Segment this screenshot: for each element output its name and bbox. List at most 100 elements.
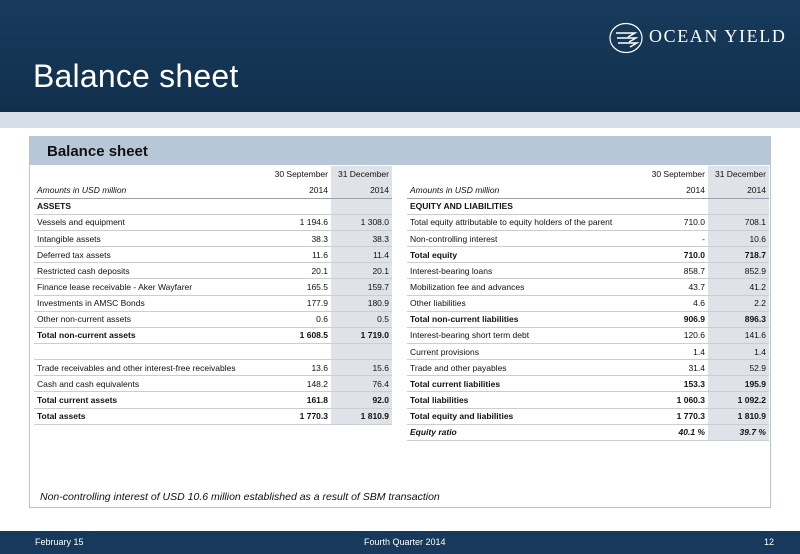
value-dec-2014: 92.0 (331, 391, 392, 409)
slide-header: Balance sheet OCEAN YIELD (0, 0, 800, 112)
value-dec-2014: 195.9 (708, 375, 769, 393)
table-row: Deferred tax assets 11.6 11.4 (34, 246, 392, 264)
total-row: Total current assets 161.8 92.0 (34, 391, 392, 409)
row-label: Equity ratio (407, 424, 647, 441)
table-row: Cash and cash equivalents 148.2 76.4 (34, 375, 392, 393)
value-dec-2014: 15.6 (331, 359, 392, 377)
value-dec-2014: 11.4 (331, 246, 392, 264)
value-dec-2014: 52.9 (708, 359, 769, 377)
row-label (34, 343, 270, 361)
row-label: Vessels and equipment (34, 214, 270, 232)
total-row: Total liabilities 1 060.3 1 092.2 (407, 391, 769, 409)
value-dec-2014: 159.7 (331, 278, 392, 296)
value-sep-2014: 906.9 (647, 311, 708, 328)
value-sep-2014: 13.6 (270, 359, 331, 377)
year-header: 2014 (708, 182, 769, 199)
row-label: Intangible assets (34, 230, 270, 248)
total-row: Total non-current assets 1 608.5 1 719.0 (34, 327, 392, 345)
panel-title: Balance sheet (47, 143, 148, 160)
value-dec-2014: 1 810.9 (708, 408, 769, 425)
equity-liabilities-table: 30 September 31 December Amounts in USD … (407, 166, 769, 441)
year-header: 2014 (270, 182, 331, 199)
section-row: ASSETS (34, 198, 392, 215)
row-label: Total non-current liabilities (407, 311, 647, 328)
value-dec-2014: 1.4 (708, 343, 769, 361)
row-label: Cash and cash equivalents (34, 375, 270, 393)
row-label: Other liabilities (407, 295, 647, 312)
value-sep-2014: 4.6 (647, 295, 708, 312)
value-sep-2014: 43.7 (647, 278, 708, 296)
balance-sheet-panel: Balance sheet 30 September 31 December A… (29, 136, 771, 508)
value-sep-2014: 1 060.3 (647, 391, 708, 409)
row-label: Total equity (407, 246, 647, 264)
table-row: Intangible assets 38.3 38.3 (34, 230, 392, 248)
row-label: Other non-current assets (34, 311, 270, 328)
table-row: Trade and other payables 31.4 52.9 (407, 359, 769, 377)
value-sep-2014: 710.0 (647, 214, 708, 232)
units-row: Amounts in USD million 2014 2014 (34, 182, 392, 199)
value-dec-2014: 2.2 (708, 295, 769, 312)
wave-logo-icon (609, 22, 643, 54)
row-label: Finance lease receivable - Aker Wayfarer (34, 278, 270, 296)
table-row: Current provisions 1.4 1.4 (407, 343, 769, 361)
value-sep-2014: 11.6 (270, 246, 331, 264)
row-label: Investments in AMSC Bonds (34, 295, 270, 312)
value-dec-2014: 896.3 (708, 311, 769, 328)
total-row: Total equity and liabilities 1 770.3 1 810… (407, 408, 769, 425)
page-number: 12 (764, 537, 775, 547)
header-divider (0, 112, 800, 128)
units-label: Amounts in USD million (407, 182, 647, 199)
table-row: Total equity attributable to equity hold… (407, 214, 769, 232)
section-label: EQUITY AND LIABILITIES (407, 198, 647, 215)
year-header: 2014 (331, 182, 392, 199)
table-row: Interest-bearing short term debt 120.6 141… (407, 327, 769, 345)
total-row: Total non-current liabilities 906.9 896.3 (407, 311, 769, 328)
value-dec-2014: 180.9 (331, 295, 392, 312)
row-label: Total liabilities (407, 391, 647, 409)
table-row: Finance lease receivable - Aker Wayfarer… (34, 278, 392, 296)
year-header: 2014 (647, 182, 708, 199)
value-dec-2014: 38.3 (331, 230, 392, 248)
total-row: Equity ratio 40.1 % 39.7 % (407, 424, 769, 441)
value-sep-2014: 177.9 (270, 295, 331, 312)
value-dec-2014: 141.6 (708, 327, 769, 345)
logo-wordmark: OCEAN YIELD (649, 26, 787, 46)
slide-footer: February 15 Fourth Quarter 2014 12 (0, 531, 800, 554)
value-sep-2014: 0.6 (270, 311, 331, 328)
row-label: Total assets (34, 408, 270, 425)
section-label: ASSETS (34, 198, 270, 215)
value-dec-2014: 1 810.9 (331, 408, 392, 425)
table-row: Investments in AMSC Bonds 177.9 180.9 (34, 295, 392, 312)
row-label: Trade and other payables (407, 359, 647, 377)
table-row: Non-controlling interest -10.6 (407, 230, 769, 248)
slide-title: Balance sheet (33, 58, 239, 94)
footnote: Non-controlling interest of USD 10.6 mil… (40, 491, 440, 503)
value-dec-2014 (331, 343, 392, 361)
row-label: Total current liabilities (407, 375, 647, 393)
value-sep-2014: 710.0 (647, 246, 708, 264)
value-sep-2014: 165.5 (270, 278, 331, 296)
value-sep-2014: 31.4 (647, 359, 708, 377)
row-label: Total equity and liabilities (407, 408, 647, 425)
value-dec-2014: 852.9 (708, 262, 769, 280)
value-sep-2014: 161.8 (270, 391, 331, 409)
panel-header: Balance sheet (30, 137, 770, 165)
value-dec-2014: 10.6 (708, 230, 769, 248)
value-sep-2014 (270, 343, 331, 361)
value-dec-2014: 0.5 (331, 311, 392, 328)
table-row: Interest-bearing loans 858.7 852.9 (407, 262, 769, 280)
value-sep-2014: 153.3 (647, 375, 708, 393)
units-label: Amounts in USD million (34, 182, 270, 199)
value-sep-2014: 120.6 (647, 327, 708, 345)
row-label: Deferred tax assets (34, 246, 270, 264)
period-header: 31 December (708, 166, 769, 183)
footer-date: February 15 (35, 537, 84, 547)
row-label: Mobilization fee and advances (407, 278, 647, 296)
value-sep-2014: 20.1 (270, 262, 331, 280)
total-row: Total current liabilities 153.3 195.9 (407, 375, 769, 393)
table-row: Vessels and equipment 1 194.6 1 308.0 (34, 214, 392, 232)
row-label: Total current assets (34, 391, 270, 409)
row-label: Trade receivables and other interest-fre… (34, 359, 270, 377)
assets-table: 30 September 31 December Amounts in USD … (34, 166, 392, 425)
value-dec-2014: 1 719.0 (331, 327, 392, 345)
